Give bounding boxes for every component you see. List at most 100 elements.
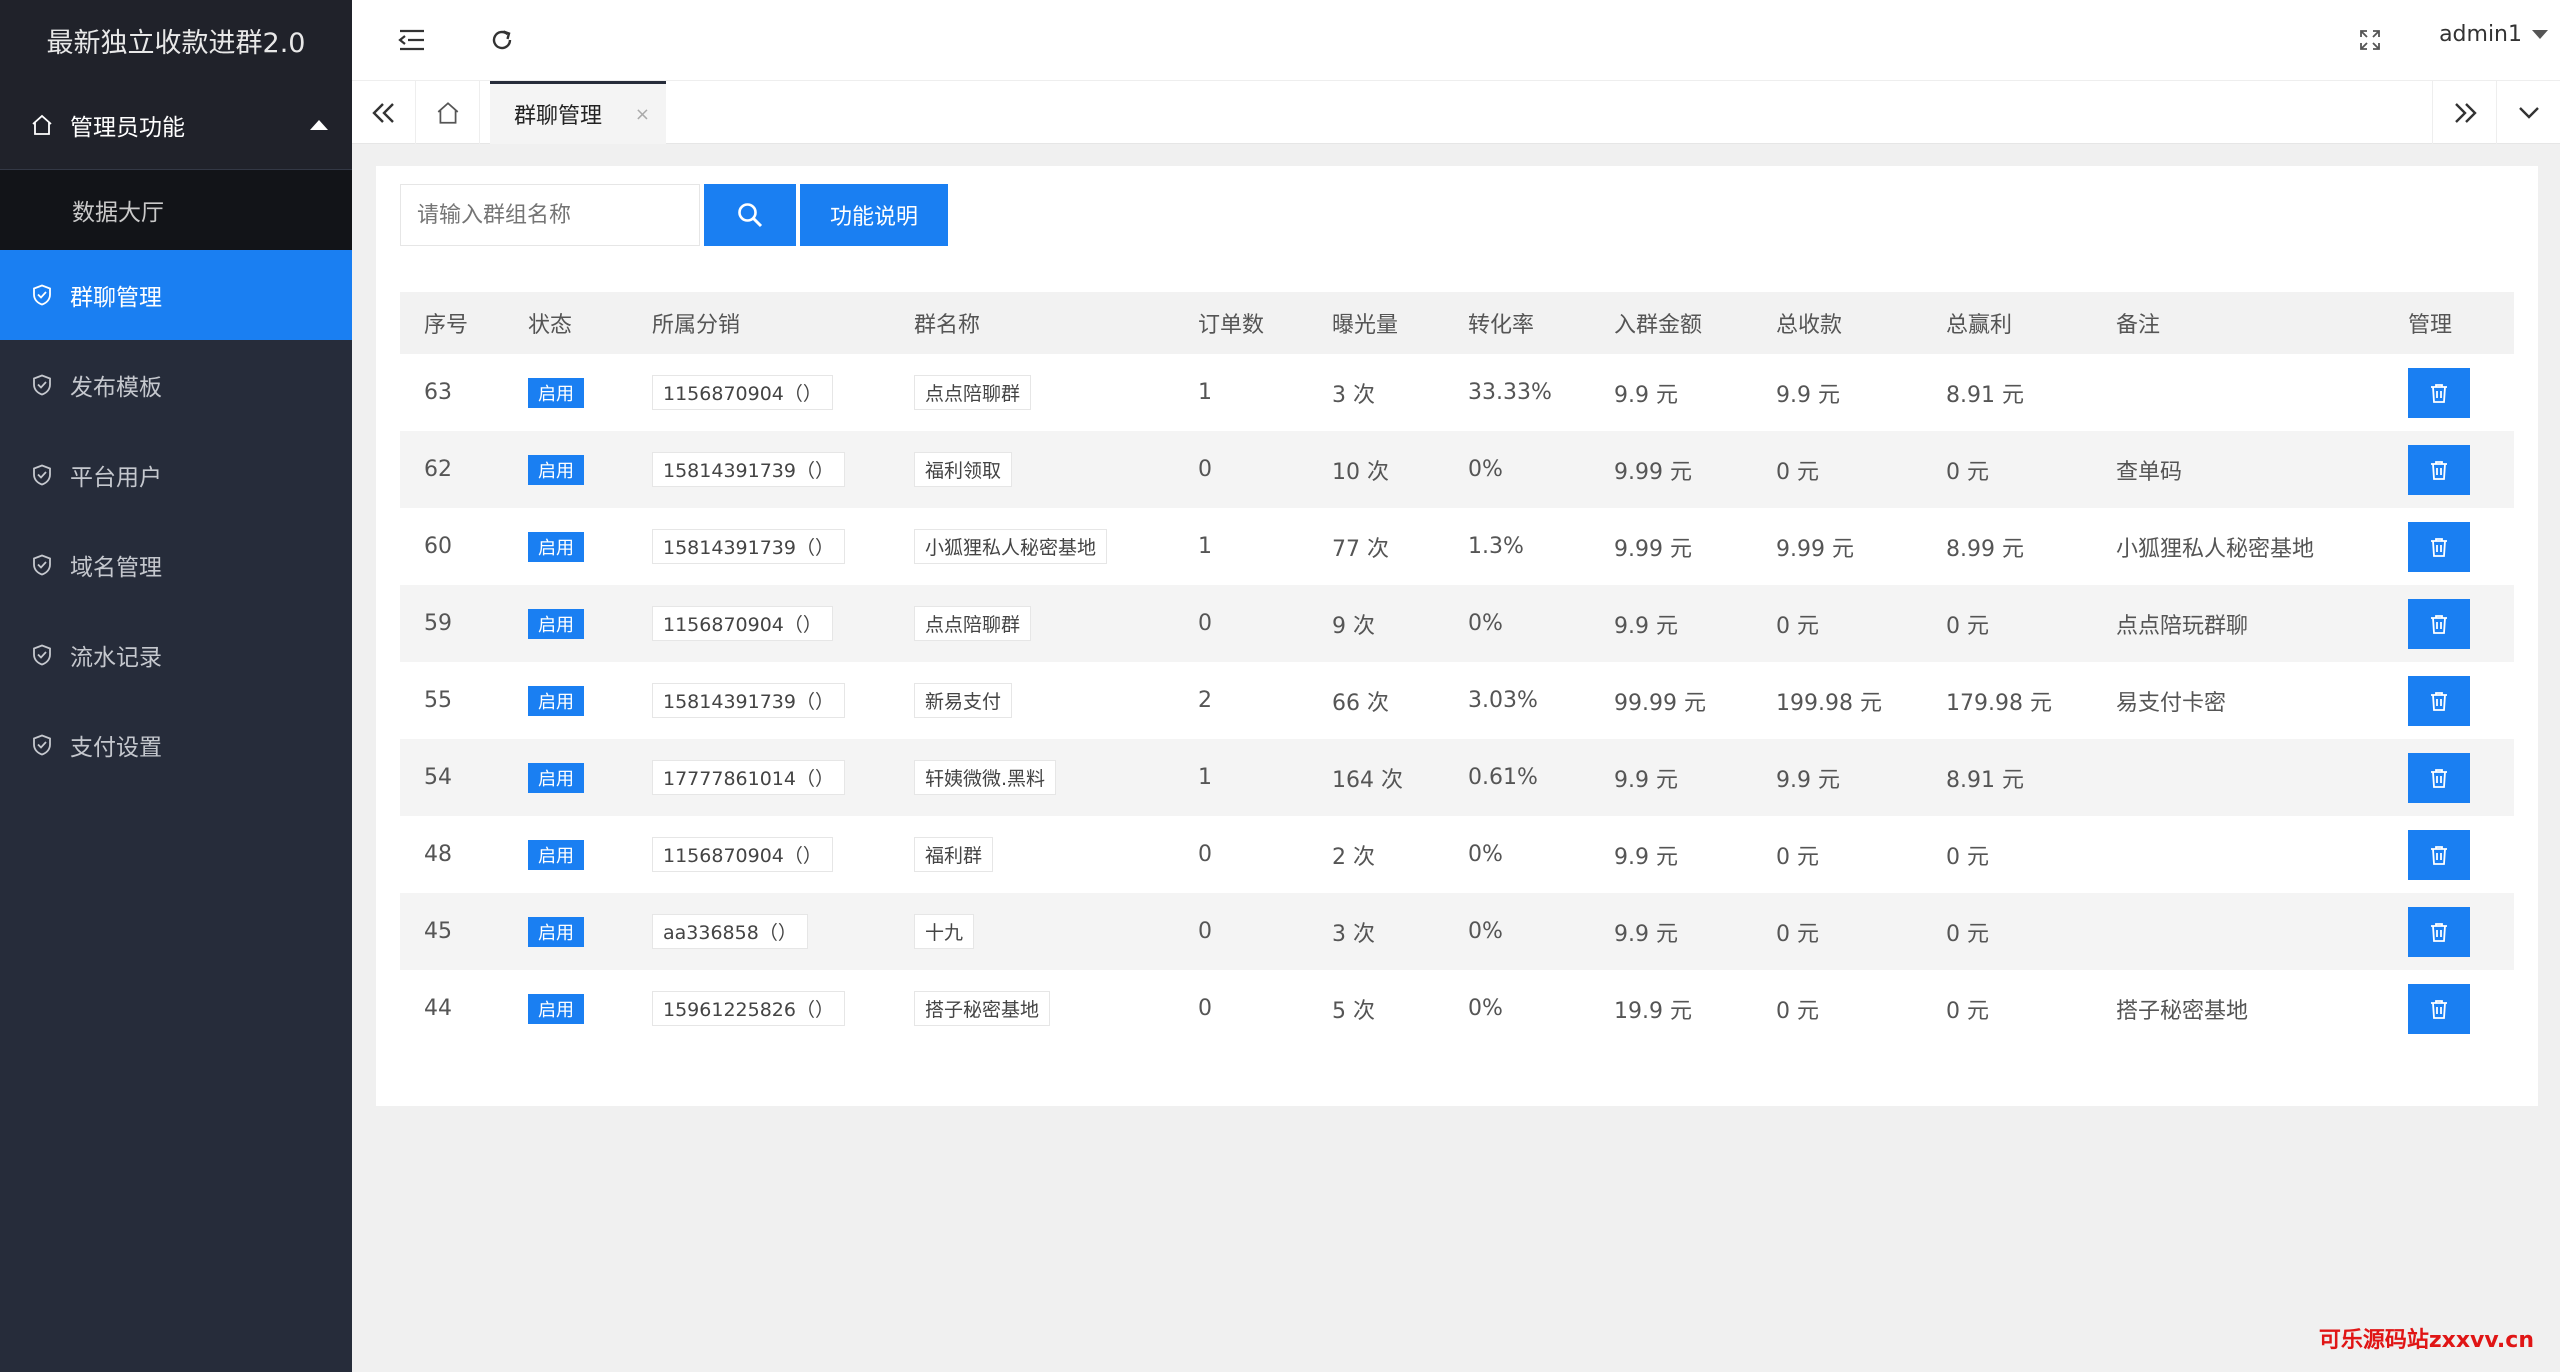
tab-group-chat[interactable]: 群聊管理 × [490,81,666,144]
column-header: 曝光量 [1332,313,1399,338]
cell-group-name: 十九 [890,914,1174,949]
cell-id: 48 [424,842,452,867]
cell-status: 启用 [504,993,628,1024]
cell-total-income: 9.99 元 [1776,536,1854,562]
fullscreen-button[interactable] [2350,20,2390,60]
table-row: 48 启用 1156870904（） 福利群 0 2 次 0% 9.9 元 0 元 0 元 [400,816,2514,893]
group-name-tag: 小狐狸私人秘密基地 [914,529,1108,564]
delete-button[interactable] [2408,367,2470,418]
cell-group-name: 新易支付 [890,683,1174,718]
refresh-icon [492,30,512,50]
column-header: 订单数 [1198,313,1265,338]
cell-group-name: 点点陪聊群 [890,606,1174,641]
sidebar-item-label: 域名管理 [70,555,162,581]
search-input[interactable] [400,184,700,246]
cell-conversion: 3.03% [1468,688,1538,713]
sidebar-item-templates[interactable]: 发布模板 [0,340,352,430]
cell-entry-amount: 9.9 元 [1614,767,1678,793]
delete-button[interactable] [2408,829,2470,880]
delete-button[interactable] [2408,444,2470,495]
cell-distributor: 15961225826（） [628,991,890,1026]
group-name-tag: 十九 [914,914,975,949]
user-menu[interactable]: admin1 [2439,22,2548,47]
delete-button[interactable] [2408,598,2470,649]
sidebar-item-domains[interactable]: 域名管理 [0,520,352,610]
cell-status: 启用 [504,685,628,716]
cell-orders: 0 [1198,611,1212,636]
sidebar-item-group-chat[interactable]: 群聊管理 [0,250,352,340]
sidebar-item-transactions[interactable]: 流水记录 [0,610,352,700]
cell-total-income: 0 元 [1776,998,1819,1024]
cell-status: 启用 [504,762,628,793]
group-name-tag: 轩姨微微.黑料 [914,760,1057,795]
tabs-menu-button[interactable] [2496,81,2560,144]
cell-group-name: 点点陪聊群 [890,375,1174,410]
cell-exposure: 66 次 [1332,690,1389,716]
sidebar-item-label: 群聊管理 [70,285,162,311]
shield-check-icon [30,463,54,487]
sidebar: 最新独立收款进群2.0 管理员功能 数据大厅 群聊管理 发布模板 平台用户 域名… [0,0,352,1372]
menu-fold-icon [398,29,424,51]
group-name-tag: 福利群 [914,837,994,872]
sidebar-subitem-dashboard[interactable]: 数据大厅 [0,170,352,250]
cell-orders: 0 [1198,457,1212,482]
column-header: 转化率 [1468,313,1535,338]
home-tab[interactable] [416,81,480,144]
distributor-tag: 15814391739（） [652,683,845,718]
shield-check-icon [30,283,54,307]
shield-check-icon [30,643,54,667]
content-panel: 功能说明 序号 状态 所属分销 群名称 订单数 曝光量 转化率 入群金额 总收款… [376,166,2538,1106]
table-body: 63 启用 1156870904（） 点点陪聊群 1 3 次 33.33% 9.9 元 9.9 … [400,354,2514,1047]
column-header: 序号 [424,313,469,338]
cell-total-profit: 0 元 [1946,613,1989,639]
delete-button[interactable] [2408,521,2470,572]
cell-group-name: 福利群 [890,837,1174,872]
menu-toggle-button[interactable] [392,20,432,60]
cell-distributor: 15814391739（） [628,529,890,564]
table-row: 55 启用 15814391739（） 新易支付 2 66 次 3.03% 99.99 元 19… [400,662,2514,739]
column-header: 所属分销 [652,313,741,338]
cell-group-name: 搭子秘密基地 [890,991,1174,1026]
cell-status: 启用 [504,839,628,870]
group-name-tag: 点点陪聊群 [914,606,1032,641]
cell-id: 54 [424,765,452,790]
cell-total-income: 9.9 元 [1776,382,1840,408]
delete-button[interactable] [2408,906,2470,957]
cell-exposure: 164 次 [1332,767,1403,793]
help-button[interactable]: 功能说明 [800,184,948,246]
cell-actions [2384,675,2514,726]
sidebar-item-label: 支付设置 [70,735,162,761]
cell-entry-amount: 99.99 元 [1614,690,1706,716]
delete-button[interactable] [2408,983,2470,1034]
table-row: 62 启用 15814391739（） 福利领取 0 10 次 0% 9.99 元 0 元 0 元… [400,431,2514,508]
sidebar-item-label: 发布模板 [70,375,162,401]
cell-orders: 0 [1198,996,1212,1021]
table-row: 63 启用 1156870904（） 点点陪聊群 1 3 次 33.33% 9.9 元 9.9 … [400,354,2514,431]
close-icon[interactable]: × [635,104,650,125]
sidebar-item-payment-settings[interactable]: 支付设置 [0,700,352,790]
sidebar-group-admin[interactable]: 管理员功能 [0,80,352,170]
cell-id: 60 [424,534,452,559]
cell-conversion: 0% [1468,457,1503,482]
cell-id: 55 [424,688,452,713]
distributor-tag: 17777861014（） [652,760,845,795]
tabs-scroll-left-button[interactable] [352,81,416,144]
cell-exposure: 77 次 [1332,536,1389,562]
delete-button[interactable] [2408,675,2470,726]
trash-icon [2430,691,2448,711]
search-button[interactable] [704,184,796,246]
column-header: 总赢利 [1946,313,2013,338]
refresh-button[interactable] [482,20,522,60]
double-chevron-left-icon [371,102,394,123]
cell-total-profit: 8.91 元 [1946,767,2024,793]
sidebar-item-users[interactable]: 平台用户 [0,430,352,520]
cell-total-profit: 0 元 [1946,921,1989,947]
cell-actions [2384,906,2514,957]
cell-actions [2384,752,2514,803]
tabs-scroll-right-button[interactable] [2432,81,2496,144]
status-badge: 启用 [528,531,584,562]
status-badge: 启用 [528,762,584,793]
cell-id: 63 [424,380,452,405]
cell-distributor: 17777861014（） [628,760,890,795]
delete-button[interactable] [2408,752,2470,803]
